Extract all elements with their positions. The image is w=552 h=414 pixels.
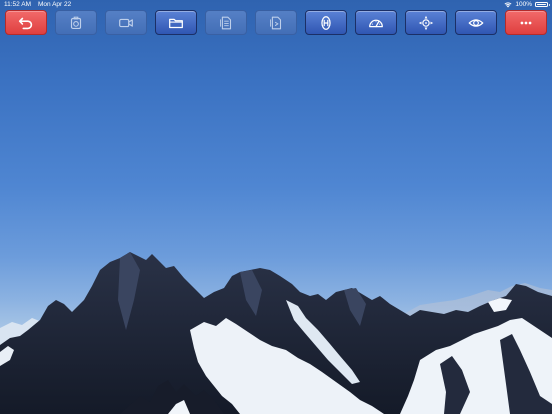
document-list-button[interactable] [205,10,247,35]
battery-icon [535,2,550,7]
folder-icon [169,18,183,28]
toolbar [0,9,552,36]
eye-icon [468,18,484,27]
wifi-icon [504,1,512,7]
folder-button[interactable] [155,10,197,35]
camera-icon [70,16,82,29]
h-marker-button[interactable] [305,10,347,35]
visibility-button[interactable] [455,10,497,35]
document-list-icon [220,16,232,29]
battery-percent: 100% [515,1,532,8]
status-right: 100% [504,0,550,9]
back-arrow-icon [18,17,33,29]
h-marker-icon [321,15,331,30]
status-time: 11:52 AM [4,1,31,8]
gauge-button[interactable] [355,10,397,35]
video-camera-icon [119,18,133,27]
more-button[interactable] [505,10,547,35]
mountain-landscape [0,252,552,414]
status-bar: 11:52 AM Mon Apr 22 100% [0,0,552,9]
more-dots-icon [520,21,532,24]
gauge-icon [369,19,383,27]
video-button[interactable] [105,10,147,35]
compass-crosshair-icon [418,15,434,30]
compass-button[interactable] [405,10,447,35]
camera-button[interactable] [55,10,97,35]
document-export-icon [270,16,282,29]
camera-view: 11:52 AM Mon Apr 22 100% [0,0,552,414]
status-date: Mon Apr 22 [38,1,72,8]
back-button[interactable] [5,10,47,35]
document-export-button[interactable] [255,10,297,35]
